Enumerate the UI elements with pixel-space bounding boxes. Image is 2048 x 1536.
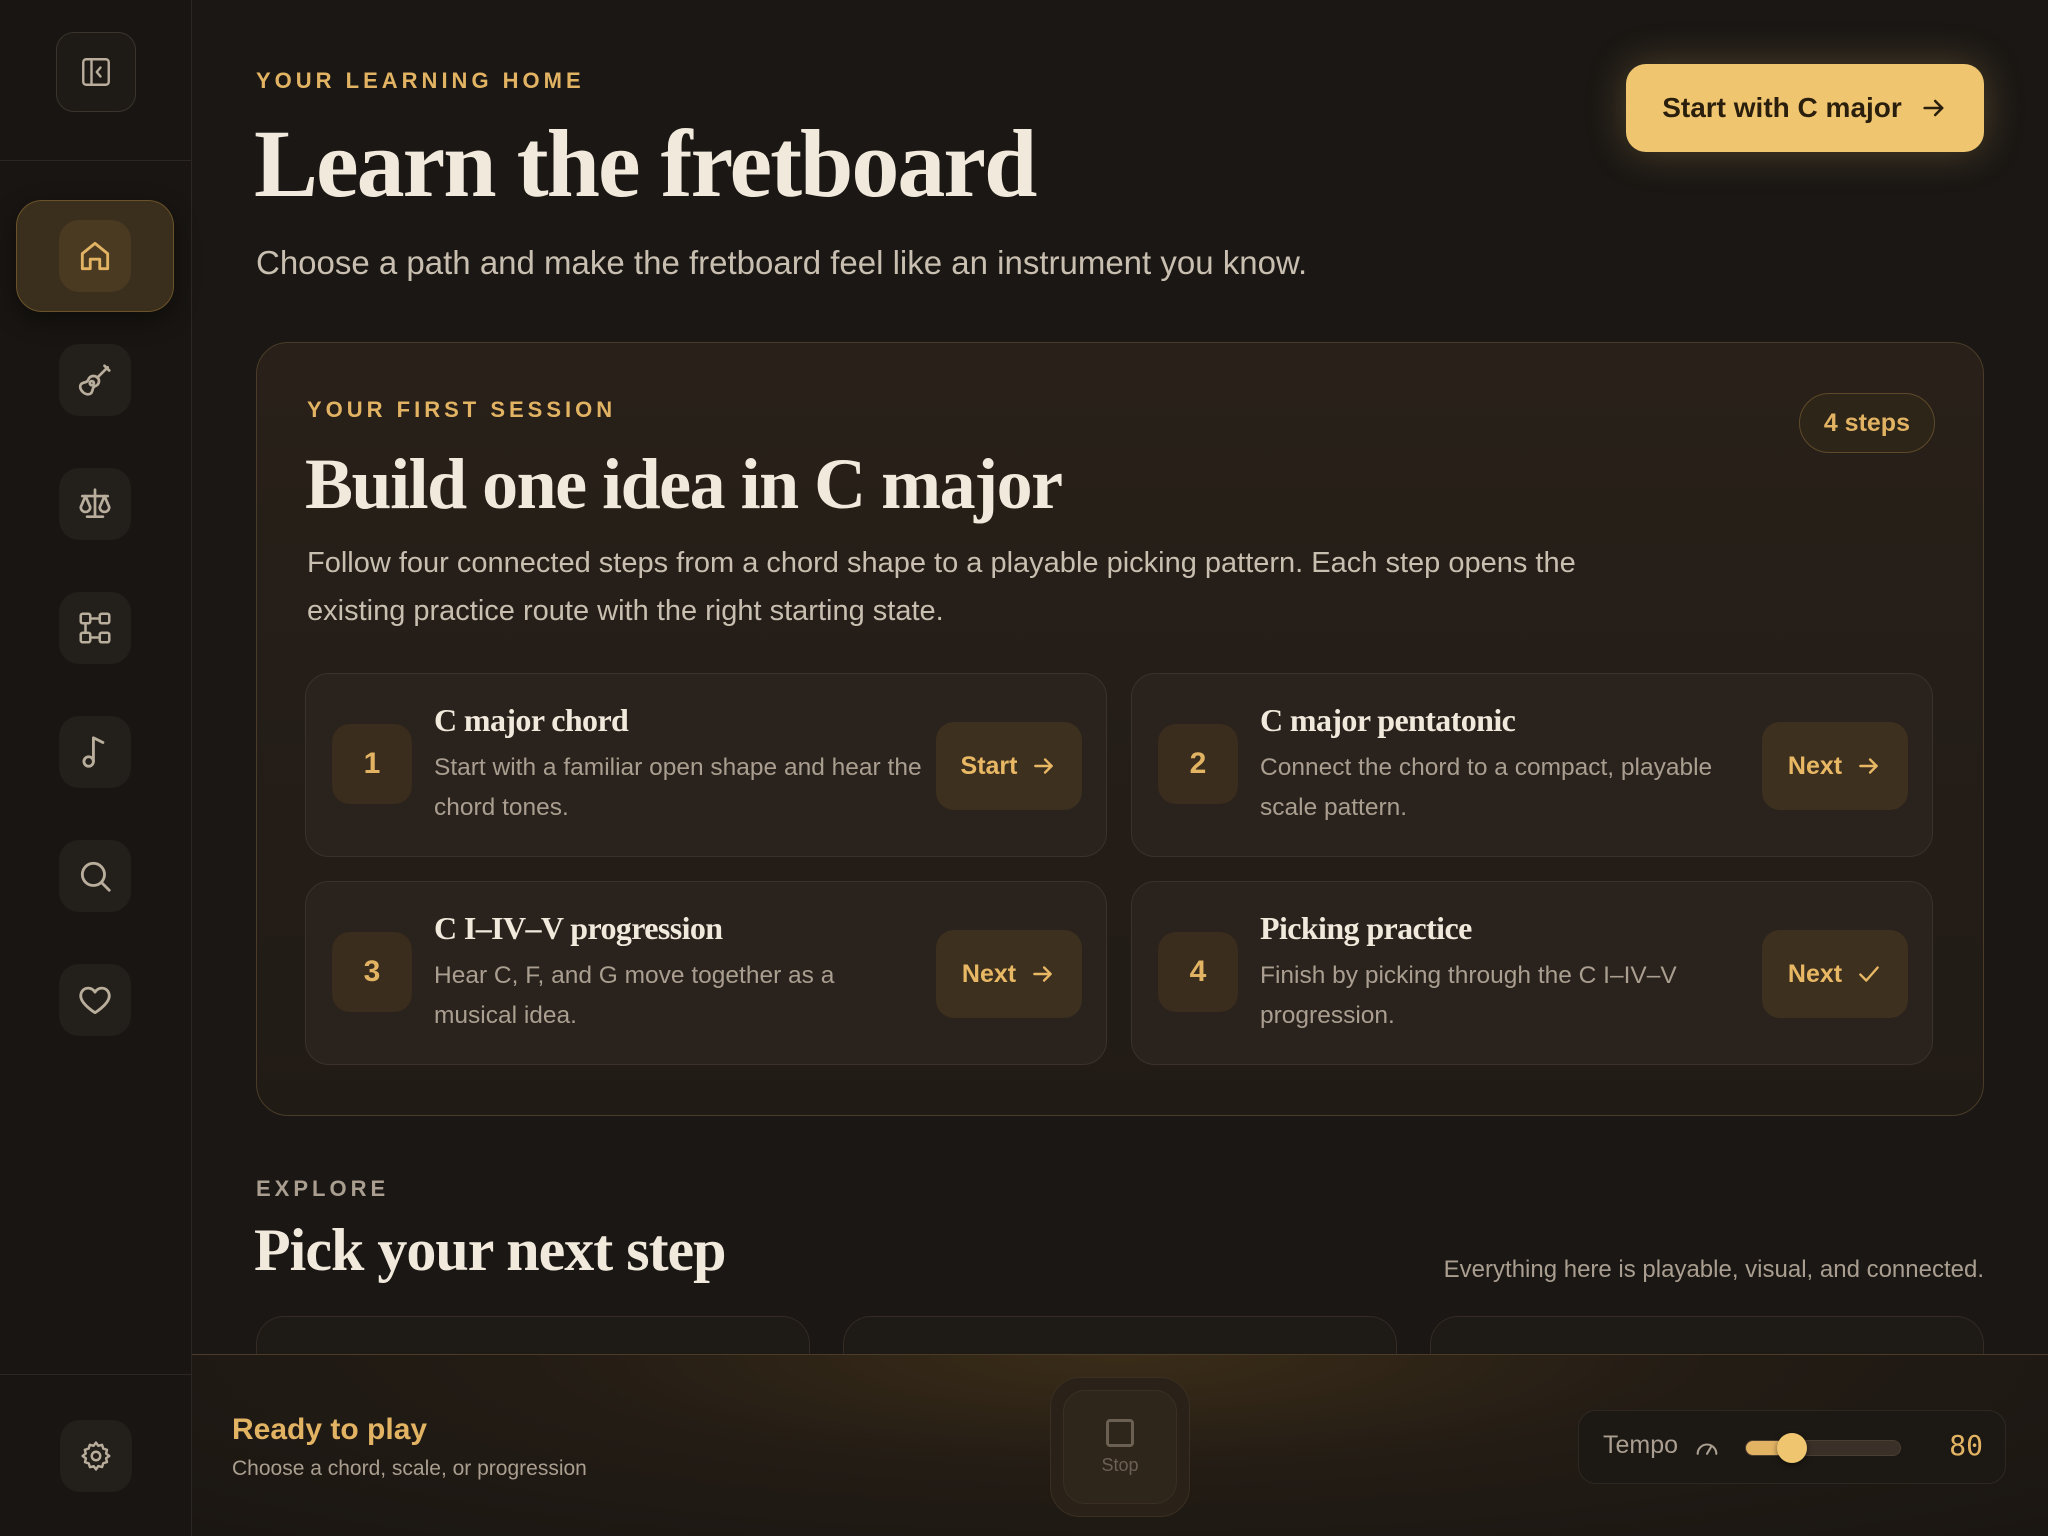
session-eyebrow: YOUR FIRST SESSION [307,397,617,422]
step-card[interactable]: 2 C major pentatonic Connect the chord t… [1131,673,1933,857]
step-button-label: Next [1787,959,1843,988]
flow-icon [79,612,111,644]
step-button-label: Next [961,959,1017,988]
step-number: 2 [1158,724,1238,804]
arrow-right-icon [1033,966,1052,982]
gauge-icon [1696,1443,1718,1455]
sidebar-item-home[interactable] [16,200,174,312]
sidebar-item-music[interactable] [16,696,174,808]
tempo-slider[interactable] [1745,1433,1901,1463]
scale-icon [79,488,111,519]
steps-badge: 4 steps [1798,393,1935,453]
step-card[interactable]: 1 C major chord Start with a familiar op… [305,673,1107,857]
step-card[interactable]: 3 C I–IV–V progression Hear C, F, and G … [305,881,1107,1065]
heart-icon [79,986,111,1015]
sidebar-item-search[interactable] [16,820,174,932]
arrow-right-icon [1923,99,1944,117]
step-button-label: Next [1787,751,1843,780]
step-next-button[interactable]: Next [1762,722,1908,810]
sidebar-item-progressions[interactable] [16,572,174,684]
search-icon [80,861,111,892]
sidebar-item-favorites[interactable] [16,944,174,1056]
stop-button[interactable]: Stop [1050,1377,1190,1517]
sidebar-toggle-button[interactable] [56,32,136,112]
step-number: 3 [332,932,412,1012]
tempo-label: Tempo [1603,1431,1679,1459]
step-button-label: Start [960,751,1018,780]
sidebar-collapse-icon [82,58,110,86]
step-title: C major pentatonic [1260,702,1516,738]
session-description: Follow four connected steps from a chord… [307,547,1576,627]
session-title: Build one idea in C major [305,444,1063,524]
explore-title: Pick your next step [254,1217,727,1283]
player-bar: Ready to play Choose a chord, scale, or … [192,1354,2048,1536]
tempo-slider-thumb[interactable] [1777,1433,1808,1463]
sidebar-divider [0,1374,192,1375]
player-status-subtitle: Choose a chord, scale, or progression [232,1457,587,1480]
step-card[interactable]: 4 Picking practice Finish by picking thr… [1131,881,1933,1065]
player-status-title: Ready to play [232,1413,428,1446]
check-icon [1859,966,1879,982]
settings-button[interactable] [60,1420,132,1492]
step-title: Picking practice [1260,910,1472,946]
step-start-button[interactable]: Start [936,722,1082,810]
home-icon [80,241,110,271]
arrow-right-icon [1034,758,1054,774]
sidebar [0,0,192,1536]
step-description: Start with a familiar open shape and hea… [434,754,922,821]
cta-label: Start with C major [1662,92,1902,123]
explore-eyebrow: EXPLORE [256,1176,390,1201]
explore-note: Everything here is playable, visual, and… [1443,1256,1984,1283]
step-title: C I–IV–V progression [434,910,723,946]
sidebar-item-compare[interactable] [16,448,174,560]
step-next-button[interactable]: Next [1762,930,1908,1018]
page-title: Learn the fretboard [254,110,1037,217]
sidebar-item-guitar[interactable] [16,324,174,436]
step-number: 1 [332,724,412,804]
step-title: C major chord [434,702,629,738]
stop-icon [1106,1418,1134,1447]
step-description: Finish by picking through the C I–IV–V p… [1260,962,1677,1029]
header-eyebrow: YOUR LEARNING HOME [256,68,585,93]
tempo-control: Tempo 80 [1578,1410,2006,1484]
gear-icon [81,1441,111,1471]
step-description: Connect the chord to a compact, playable… [1260,754,1713,821]
step-number: 4 [1158,932,1238,1012]
music-note-icon [82,736,105,768]
tempo-value: 80 [1949,1429,1983,1462]
page-subtitle: Choose a path and make the fretboard fee… [256,244,1308,281]
step-next-button[interactable]: Next [936,930,1082,1018]
guitar-icon [78,364,111,396]
main-content: YOUR LEARNING HOME Learn the fretboard C… [192,0,2048,1396]
first-session-card: YOUR FIRST SESSION 4 steps Build one ide… [256,342,1984,1116]
start-c-major-button[interactable]: Start with C major [1626,64,1984,152]
arrow-right-icon [1859,758,1878,774]
sidebar-divider [0,160,192,161]
step-description: Hear C, F, and G move together as a musi… [434,962,835,1029]
stop-label: Stop [1101,1454,1139,1475]
